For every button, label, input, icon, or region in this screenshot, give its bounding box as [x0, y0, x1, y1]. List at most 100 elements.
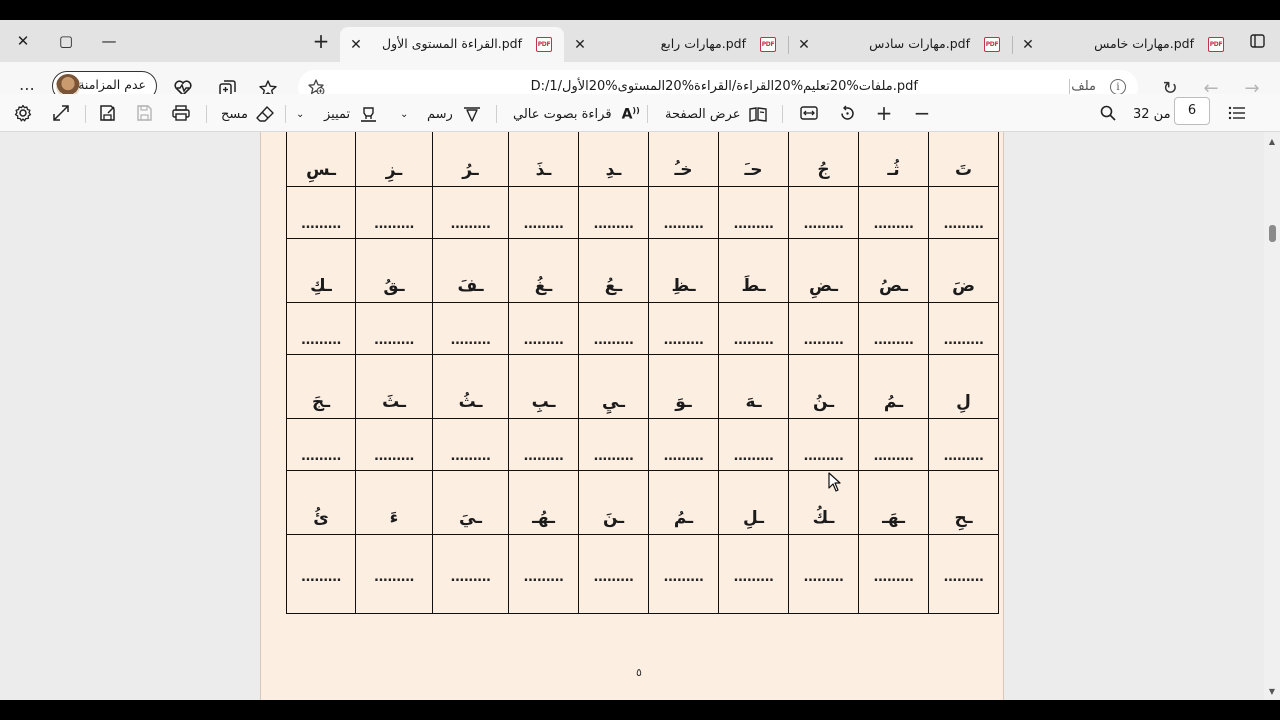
toolbar-divider	[206, 105, 207, 123]
contents-button[interactable]	[1226, 102, 1248, 124]
url-text: D:/1/ملفات%20تعليم%20القراءة/القراءة%20ا…	[530, 79, 918, 94]
scroll-thumb[interactable]	[1269, 225, 1276, 242]
tab-skills-fifth[interactable]: ✕ مهارات خامس.pdf PDF	[1012, 27, 1236, 62]
blank-answer-cell: .........	[858, 534, 929, 614]
letter-cell: ـقُ	[355, 238, 433, 303]
scroll-up-icon[interactable]: ▲	[1267, 136, 1277, 146]
draw-options-button[interactable]: ⌄	[400, 103, 408, 125]
blank-answer-cell: .........	[718, 418, 789, 471]
blank-row: ........................................…	[286, 302, 999, 355]
page-view-button[interactable]: عرض الصفحة	[665, 103, 767, 125]
rotate-icon	[840, 105, 854, 120]
blank-answer-cell: .........	[286, 302, 356, 355]
letter-cell: ـغُ	[508, 238, 579, 303]
letter-cell: ـوَ	[648, 354, 719, 419]
tab-close-icon[interactable]: ✕	[570, 35, 590, 55]
maximize-icon: ▢	[58, 32, 74, 50]
zoom-out-button[interactable]: −	[911, 101, 933, 125]
blank-answer-cell: .........	[355, 418, 433, 471]
letter-cell: ـحِ	[928, 470, 999, 535]
eraser-icon	[256, 106, 274, 122]
letter-cell: ـطَ	[718, 238, 789, 303]
zoom-in-button[interactable]: +	[873, 101, 895, 125]
letter-cell: ـبِ	[508, 354, 579, 419]
fit-width-button[interactable]	[798, 102, 820, 124]
page-number-footer: ٥	[636, 666, 642, 679]
blank-answer-cell: .........	[928, 534, 999, 614]
close-window-button[interactable]: ✕	[8, 26, 38, 56]
blank-answer-cell: .........	[928, 302, 999, 355]
printer-icon	[172, 105, 190, 121]
file-protocol-label: ملف	[1071, 79, 1096, 94]
minimize-window-button[interactable]: —	[94, 26, 124, 56]
pdf-file-icon: PDF	[760, 37, 776, 52]
erase-button[interactable]: مسح	[221, 103, 274, 125]
blank-answer-cell: .........	[718, 534, 789, 614]
letter-cell: ـعُ	[578, 238, 649, 303]
highlight-button[interactable]: تمييز	[324, 103, 377, 125]
letter-cell: ـلِ	[718, 470, 789, 535]
tab-actions-icon	[1249, 34, 1265, 48]
toolbar-divider	[647, 105, 648, 123]
blank-answer-cell: .........	[432, 186, 509, 239]
blank-answer-cell: .........	[432, 418, 509, 471]
letter-worksheet-grid: تَ ثُـ جُ حـَ خـُ ـدِ ـذَ ـرُ ـزِ ـسِ............…	[286, 132, 999, 614]
save-as-button[interactable]	[96, 102, 118, 124]
page-number-input[interactable]: 6	[1174, 97, 1210, 125]
blank-answer-cell: .........	[858, 302, 929, 355]
rotate-button[interactable]	[836, 102, 858, 124]
zoom-out-icon: −	[913, 101, 931, 125]
print-button[interactable]	[170, 102, 192, 124]
chevron-down-icon: ⌄	[296, 108, 305, 120]
blank-answer-cell: .........	[355, 302, 433, 355]
blank-answer-cell: .........	[286, 534, 356, 614]
read-aloud-button[interactable]: قراءة بصوت عالي A))	[513, 103, 640, 125]
pdf-viewer[interactable]: تَ ثُـ جُ حـَ خـُ ـدِ ـذَ ـرُ ـزِ ـسِ............…	[0, 132, 1264, 700]
letter-cell: لِ	[928, 354, 999, 419]
letter-cell: ـزِ	[355, 132, 433, 187]
letter-cell: ـجَ	[286, 354, 356, 419]
address-divider	[1069, 79, 1070, 95]
new-tab-button[interactable]: +	[306, 26, 336, 56]
expand-icon	[53, 105, 69, 121]
plus-icon: +	[312, 29, 330, 53]
tab-skills-sixth[interactable]: ✕ مهارات سادس.pdf PDF	[788, 27, 1012, 62]
letter-cell: ـهَ	[718, 354, 789, 419]
save-as-icon	[99, 104, 115, 121]
tab-actions-button[interactable]	[1242, 26, 1272, 56]
letter-cell: ئُ	[286, 470, 356, 535]
letter-cell: ضَ	[928, 238, 999, 303]
blank-answer-cell: .........	[788, 302, 859, 355]
tab-bar: ✕ ▢ — + ✕ القراءة المستوى الأول.pdf PDF …	[0, 20, 1280, 62]
letter-cell: ـفَ	[432, 238, 509, 303]
letter-cell: حـَ	[718, 132, 789, 187]
save-button[interactable]	[133, 102, 155, 124]
letter-cell: ـنُ	[788, 354, 859, 419]
tab-reading-level-one[interactable]: ✕ القراءة المستوى الأول.pdf PDF	[340, 27, 564, 62]
page-view-label: عرض الصفحة	[665, 106, 741, 122]
vertical-scrollbar[interactable]: ▲ ▼	[1264, 132, 1280, 700]
tab-close-icon[interactable]: ✕	[346, 35, 366, 55]
pdf-page: تَ ثُـ جُ حـَ خـُ ـدِ ـذَ ـرُ ـزِ ـسِ............…	[260, 132, 1004, 700]
maximize-window-button[interactable]: ▢	[51, 26, 81, 56]
search-icon	[1100, 105, 1116, 121]
highlight-options-button[interactable]: ⌄	[296, 103, 304, 125]
blank-answer-cell: .........	[648, 302, 719, 355]
tab-close-icon[interactable]: ✕	[1018, 35, 1038, 55]
draw-button[interactable]: رسم	[427, 103, 481, 125]
chevron-down-icon: ⌄	[400, 108, 409, 120]
blank-row: ........................................…	[286, 186, 999, 239]
save-icon	[137, 105, 152, 121]
pdf-settings-button[interactable]	[12, 102, 34, 124]
tab-skills-fourth[interactable]: ✕ مهارات رابع.pdf PDF	[564, 27, 788, 62]
scroll-down-icon[interactable]: ▼	[1267, 686, 1277, 696]
find-button[interactable]	[1097, 102, 1119, 124]
blank-answer-cell: .........	[355, 186, 433, 239]
blank-answer-cell: .........	[508, 418, 579, 471]
fullscreen-button[interactable]	[50, 102, 72, 124]
letter-cell: ـكِ	[286, 238, 356, 303]
info-icon[interactable]: i	[1110, 79, 1126, 95]
blank-answer-cell: .........	[928, 186, 999, 239]
letter-cell: ءَ	[355, 470, 433, 535]
tab-close-icon[interactable]: ✕	[794, 35, 814, 55]
